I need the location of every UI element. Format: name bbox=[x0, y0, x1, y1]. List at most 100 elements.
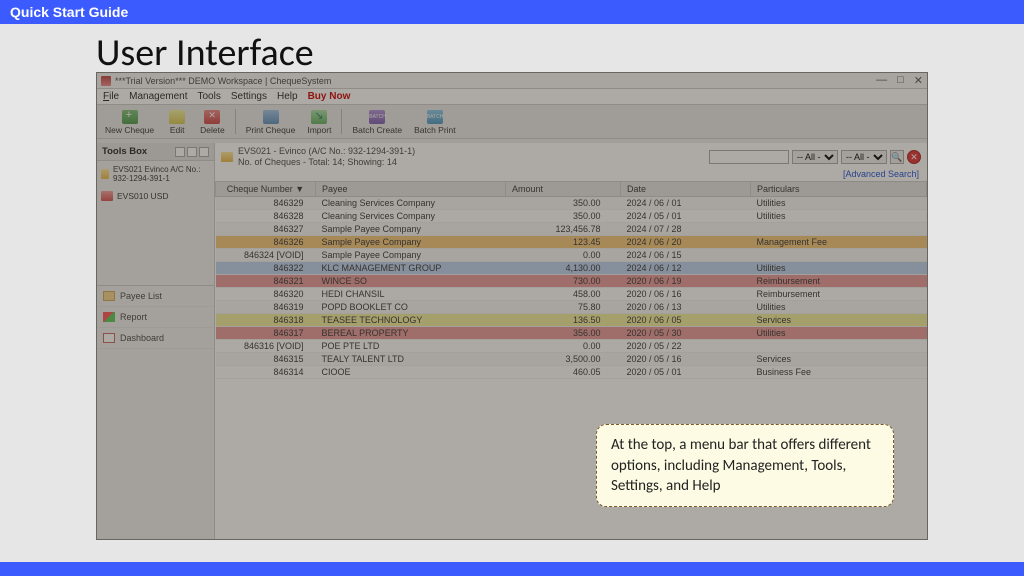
advanced-search-link[interactable]: [Advanced Search] bbox=[843, 169, 919, 179]
col-date[interactable]: Date bbox=[621, 182, 751, 197]
cell-cheque-number: 846322 bbox=[216, 262, 316, 275]
filter-1[interactable]: -- All -- bbox=[792, 150, 838, 164]
col-payee[interactable]: Payee bbox=[316, 182, 506, 197]
table-row[interactable]: 846327Sample Payee Company123,456.782024… bbox=[216, 223, 927, 236]
sidebar-item-dashboard[interactable]: Dashboard bbox=[97, 328, 214, 349]
menu-settings[interactable]: Settings bbox=[231, 91, 267, 102]
cell-amount: 123,456.78 bbox=[506, 223, 621, 236]
cell-date: 2024 / 06 / 20 bbox=[621, 236, 751, 249]
toolbar-batch-create[interactable]: Batch Create bbox=[348, 107, 406, 136]
batch-print-icon bbox=[427, 110, 443, 124]
cell-particulars: Utilities bbox=[751, 197, 927, 210]
cell-payee: Sample Payee Company bbox=[316, 223, 506, 236]
cell-payee: Cleaning Services Company bbox=[316, 210, 506, 223]
table-row[interactable]: 846320HEDI CHANSIL458.002020 / 06 / 16Re… bbox=[216, 288, 927, 301]
col-amount[interactable]: Amount bbox=[506, 182, 621, 197]
table-row[interactable]: 846321WINCE SO730.002020 / 06 / 19Reimbu… bbox=[216, 275, 927, 288]
toolbar-new-cheque[interactable]: New Cheque bbox=[101, 107, 158, 136]
menu-tools[interactable]: Tools bbox=[198, 91, 221, 102]
clear-button[interactable]: ✕ bbox=[907, 150, 921, 164]
cell-payee: POE PTE LTD bbox=[316, 340, 506, 353]
delete-icon bbox=[204, 110, 220, 124]
folder-icon bbox=[101, 191, 113, 201]
cell-date: 2024 / 06 / 15 bbox=[621, 249, 751, 262]
window-max-button[interactable]: □ bbox=[897, 74, 904, 87]
menu-file[interactable]: File bbox=[103, 91, 119, 102]
table-row[interactable]: 846322KLC MANAGEMENT GROUP4,130.002024 /… bbox=[216, 262, 927, 275]
cell-amount: 350.00 bbox=[506, 210, 621, 223]
cell-particulars: Business Fee bbox=[751, 366, 927, 379]
cell-cheque-number: 846314 bbox=[216, 366, 316, 379]
cell-payee: HEDI CHANSIL bbox=[316, 288, 506, 301]
folder-open-icon bbox=[221, 152, 233, 162]
callout-tooltip: At the top, a menu bar that offers diffe… bbox=[596, 424, 894, 507]
window-min-button[interactable]: — bbox=[876, 74, 887, 87]
filter-2[interactable]: -- All -- bbox=[841, 150, 887, 164]
cell-particulars: Utilities bbox=[751, 262, 927, 275]
table-row[interactable]: 846324 [VOID]Sample Payee Company0.00202… bbox=[216, 249, 927, 262]
cell-payee: Sample Payee Company bbox=[316, 236, 506, 249]
table-row[interactable]: 846314CIOOE460.052020 / 05 / 01Business … bbox=[216, 366, 927, 379]
search-button[interactable]: 🔍 bbox=[890, 150, 904, 164]
col-particulars[interactable]: Particulars bbox=[751, 182, 927, 197]
window-close-button[interactable]: ✕ bbox=[914, 74, 923, 87]
sidebar-item-report[interactable]: Report bbox=[97, 307, 214, 328]
cell-payee: WINCE SO bbox=[316, 275, 506, 288]
cell-cheque-number: 846318 bbox=[216, 314, 316, 327]
cell-amount: 460.05 bbox=[506, 366, 621, 379]
cell-particulars: Services bbox=[751, 314, 927, 327]
menu-buy-now[interactable]: Buy Now bbox=[308, 91, 351, 102]
count-line: No. of Cheques - Total: 14; Showing: 14 bbox=[238, 157, 415, 168]
menu-help[interactable]: Help bbox=[277, 91, 298, 102]
cell-payee: TEASEE TECHNOLOGY bbox=[316, 314, 506, 327]
toolbar-separator bbox=[235, 109, 236, 134]
cell-cheque-number: 846327 bbox=[216, 223, 316, 236]
cell-amount: 3,500.00 bbox=[506, 353, 621, 366]
toolbar-batch-print[interactable]: Batch Print bbox=[410, 107, 460, 136]
cell-payee: Sample Payee Company bbox=[316, 249, 506, 262]
cell-date: 2024 / 07 / 28 bbox=[621, 223, 751, 236]
table-row[interactable]: 846317BEREAL PROPERTY356.002020 / 05 / 3… bbox=[216, 327, 927, 340]
col-cheque-number[interactable]: Cheque Number ▼ bbox=[216, 182, 316, 197]
cell-payee: TEALY TALENT LTD bbox=[316, 353, 506, 366]
table-row[interactable]: 846316 [VOID]POE PTE LTD0.002020 / 05 / … bbox=[216, 340, 927, 353]
cell-amount: 730.00 bbox=[506, 275, 621, 288]
cell-amount: 123.45 bbox=[506, 236, 621, 249]
sidebar-view-icon[interactable] bbox=[175, 147, 185, 157]
toolbar: New Cheque Edit Delete Print Cheque Impo… bbox=[97, 105, 927, 139]
cell-amount: 350.00 bbox=[506, 197, 621, 210]
toolbar-edit[interactable]: Edit bbox=[162, 107, 192, 136]
table-row[interactable]: 846315TEALY TALENT LTD3,500.002020 / 05 … bbox=[216, 353, 927, 366]
cell-cheque-number: 846315 bbox=[216, 353, 316, 366]
cell-payee: POPD BOOKLET CO bbox=[316, 301, 506, 314]
cell-amount: 0.00 bbox=[506, 249, 621, 262]
toolbar-import[interactable]: Import bbox=[303, 107, 335, 136]
table-row[interactable]: 846329Cleaning Services Company350.00202… bbox=[216, 197, 927, 210]
titlebar: ***Trial Version*** DEMO Workspace | Che… bbox=[97, 73, 927, 89]
cell-payee: KLC MANAGEMENT GROUP bbox=[316, 262, 506, 275]
sidebar-item-payee-list[interactable]: Payee List bbox=[97, 286, 214, 307]
table-row[interactable]: 846319POPD BOOKLET CO75.802020 / 06 / 13… bbox=[216, 301, 927, 314]
sidebar: Tools Box EVS021 Evinco A/C No.: 932-129… bbox=[97, 143, 215, 539]
cell-particulars: Utilities bbox=[751, 210, 927, 223]
table-row[interactable]: 846326Sample Payee Company123.452024 / 0… bbox=[216, 236, 927, 249]
table-row[interactable]: 846318TEASEE TECHNOLOGY136.502020 / 06 /… bbox=[216, 314, 927, 327]
cell-date: 2024 / 06 / 01 bbox=[621, 197, 751, 210]
cell-cheque-number: 846329 bbox=[216, 197, 316, 210]
window-title: ***Trial Version*** DEMO Workspace | Che… bbox=[115, 76, 331, 86]
search-input[interactable] bbox=[709, 150, 789, 164]
cell-date: 2024 / 05 / 01 bbox=[621, 210, 751, 223]
cell-date: 2020 / 05 / 16 bbox=[621, 353, 751, 366]
sidebar-account-2[interactable]: EVS010 USD bbox=[97, 187, 214, 205]
menu-management[interactable]: Management bbox=[129, 91, 187, 102]
sidebar-view-icon[interactable] bbox=[187, 147, 197, 157]
table-row[interactable]: 846328Cleaning Services Company350.00202… bbox=[216, 210, 927, 223]
cell-date: 2020 / 05 / 01 bbox=[621, 366, 751, 379]
cell-amount: 0.00 bbox=[506, 340, 621, 353]
toolbar-delete[interactable]: Delete bbox=[196, 107, 229, 136]
cell-cheque-number: 846321 bbox=[216, 275, 316, 288]
sidebar-account-1[interactable]: EVS021 Evinco A/C No.: 932-1294-391-1 bbox=[97, 161, 214, 187]
sidebar-view-icon[interactable] bbox=[199, 147, 209, 157]
toolbar-print-cheque[interactable]: Print Cheque bbox=[242, 107, 300, 136]
cell-particulars: Utilities bbox=[751, 327, 927, 340]
